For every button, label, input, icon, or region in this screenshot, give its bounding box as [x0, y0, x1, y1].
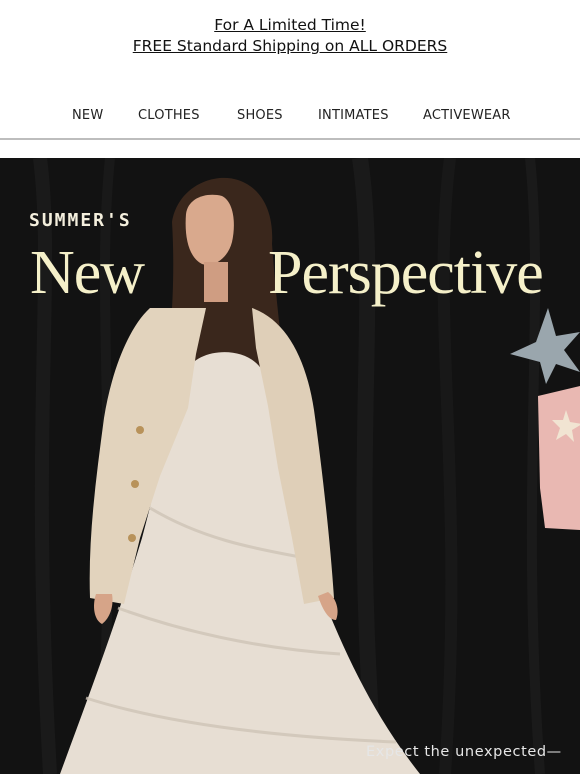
collage-paper — [538, 386, 580, 530]
promo-line-1[interactable]: For A Limited Time! — [214, 15, 366, 36]
main-nav: NEW CLOTHES SHOES INTIMATES ACTIVEWEAR — [0, 96, 580, 140]
nav-item-new[interactable]: NEW — [72, 108, 103, 123]
hero-banner[interactable]: SUMMER'S New Perspective Expect the unex… — [0, 158, 580, 774]
hero-blurb: Expect the unexpected— — [366, 744, 562, 760]
hero-title-new: New — [30, 239, 145, 307]
model-neck — [204, 262, 228, 302]
hero-eyebrow: SUMMER'S — [29, 210, 132, 231]
promo-line-2[interactable]: FREE Standard Shipping on ALL ORDERS — [133, 36, 448, 57]
nav-item-shoes[interactable]: SHOES — [237, 108, 283, 123]
promo-banner: For A Limited Time! FREE Standard Shippi… — [0, 0, 580, 70]
nav-item-clothes[interactable]: CLOTHES — [138, 108, 200, 123]
nav-item-activewear[interactable]: ACTIVEWEAR — [423, 108, 511, 123]
hero-title-perspective: Perspective — [268, 239, 544, 307]
nav-item-intimates[interactable]: INTIMATES — [318, 108, 389, 123]
